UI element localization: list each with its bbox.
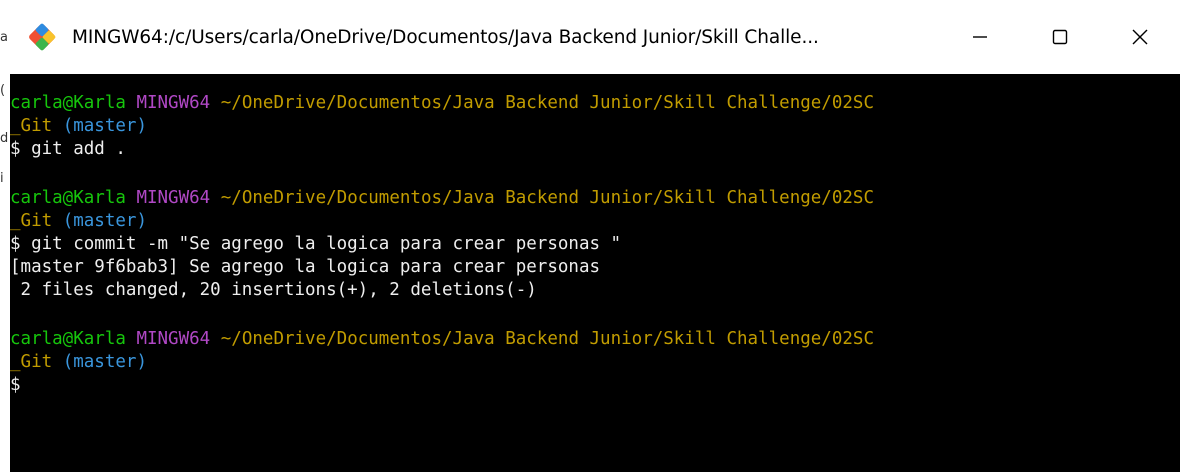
git-bash-icon [24, 19, 60, 55]
prompt-line-wrap: _Git (master) [10, 115, 1180, 138]
prompt-user: carla@Karla [10, 329, 126, 349]
command-output: 2 files changed, 20 insertions(+), 2 del… [10, 280, 537, 300]
prompt-line-wrap: _Git (master) [10, 210, 1180, 233]
background-text-fragment: i [0, 171, 4, 186]
prompt-line: carla@Karla MINGW64 ~/OneDrive/Documento… [10, 92, 1180, 115]
prompt-path-wrap: _Git [10, 352, 53, 372]
prompt-shell: MINGW64 [136, 329, 211, 349]
minimize-icon [973, 36, 987, 38]
command-line: $ git commit -m "Se agrego la logica par… [10, 234, 622, 254]
command-prompt-input[interactable]: $ [10, 374, 1180, 397]
prompt-line: carla@Karla MINGW64 ~/OneDrive/Documento… [10, 328, 1180, 351]
prompt-path: ~/OneDrive/Documentos/Java Backend Junio… [220, 93, 874, 113]
close-button[interactable] [1100, 0, 1180, 74]
prompt-user: carla@Karla [10, 93, 126, 113]
maximize-button[interactable] [1020, 0, 1100, 74]
command-output: [master 9f6bab3] Se agrego la logica par… [10, 257, 601, 277]
prompt-user: carla@Karla [10, 188, 126, 208]
maximize-icon [1052, 29, 1068, 45]
close-icon [1132, 29, 1148, 45]
background-text-fragment: ( [0, 83, 6, 98]
terminal-window: MINGW64:/c/Users/carla/OneDrive/Document… [10, 0, 1180, 472]
command-line: $ git add . [10, 139, 126, 159]
prompt-path-wrap: _Git [10, 211, 53, 231]
prompt-shell: MINGW64 [136, 188, 211, 208]
prompt-path-wrap: _Git [10, 116, 53, 136]
prompt-path: ~/OneDrive/Documentos/Java Backend Junio… [220, 329, 874, 349]
prompt-shell: MINGW64 [136, 93, 211, 113]
background-text-fragment: a [0, 30, 8, 45]
window-controls [940, 0, 1180, 74]
prompt-line-wrap: _Git (master) [10, 351, 1180, 374]
background-text-fragment: d [0, 131, 9, 146]
window-title: MINGW64:/c/Users/carla/OneDrive/Document… [72, 26, 819, 48]
minimize-button[interactable] [940, 0, 1020, 74]
prompt-branch: (master) [62, 211, 147, 231]
prompt-path: ~/OneDrive/Documentos/Java Backend Junio… [220, 188, 874, 208]
title-bar[interactable]: MINGW64:/c/Users/carla/OneDrive/Document… [10, 0, 1180, 74]
prompt-line: carla@Karla MINGW64 ~/OneDrive/Documento… [10, 187, 1180, 210]
prompt-branch: (master) [62, 352, 147, 372]
background-window-edge: a ( d i [0, 0, 10, 472]
terminal-output[interactable]: carla@Karla MINGW64 ~/OneDrive/Documento… [10, 74, 1180, 472]
prompt-branch: (master) [62, 116, 147, 136]
